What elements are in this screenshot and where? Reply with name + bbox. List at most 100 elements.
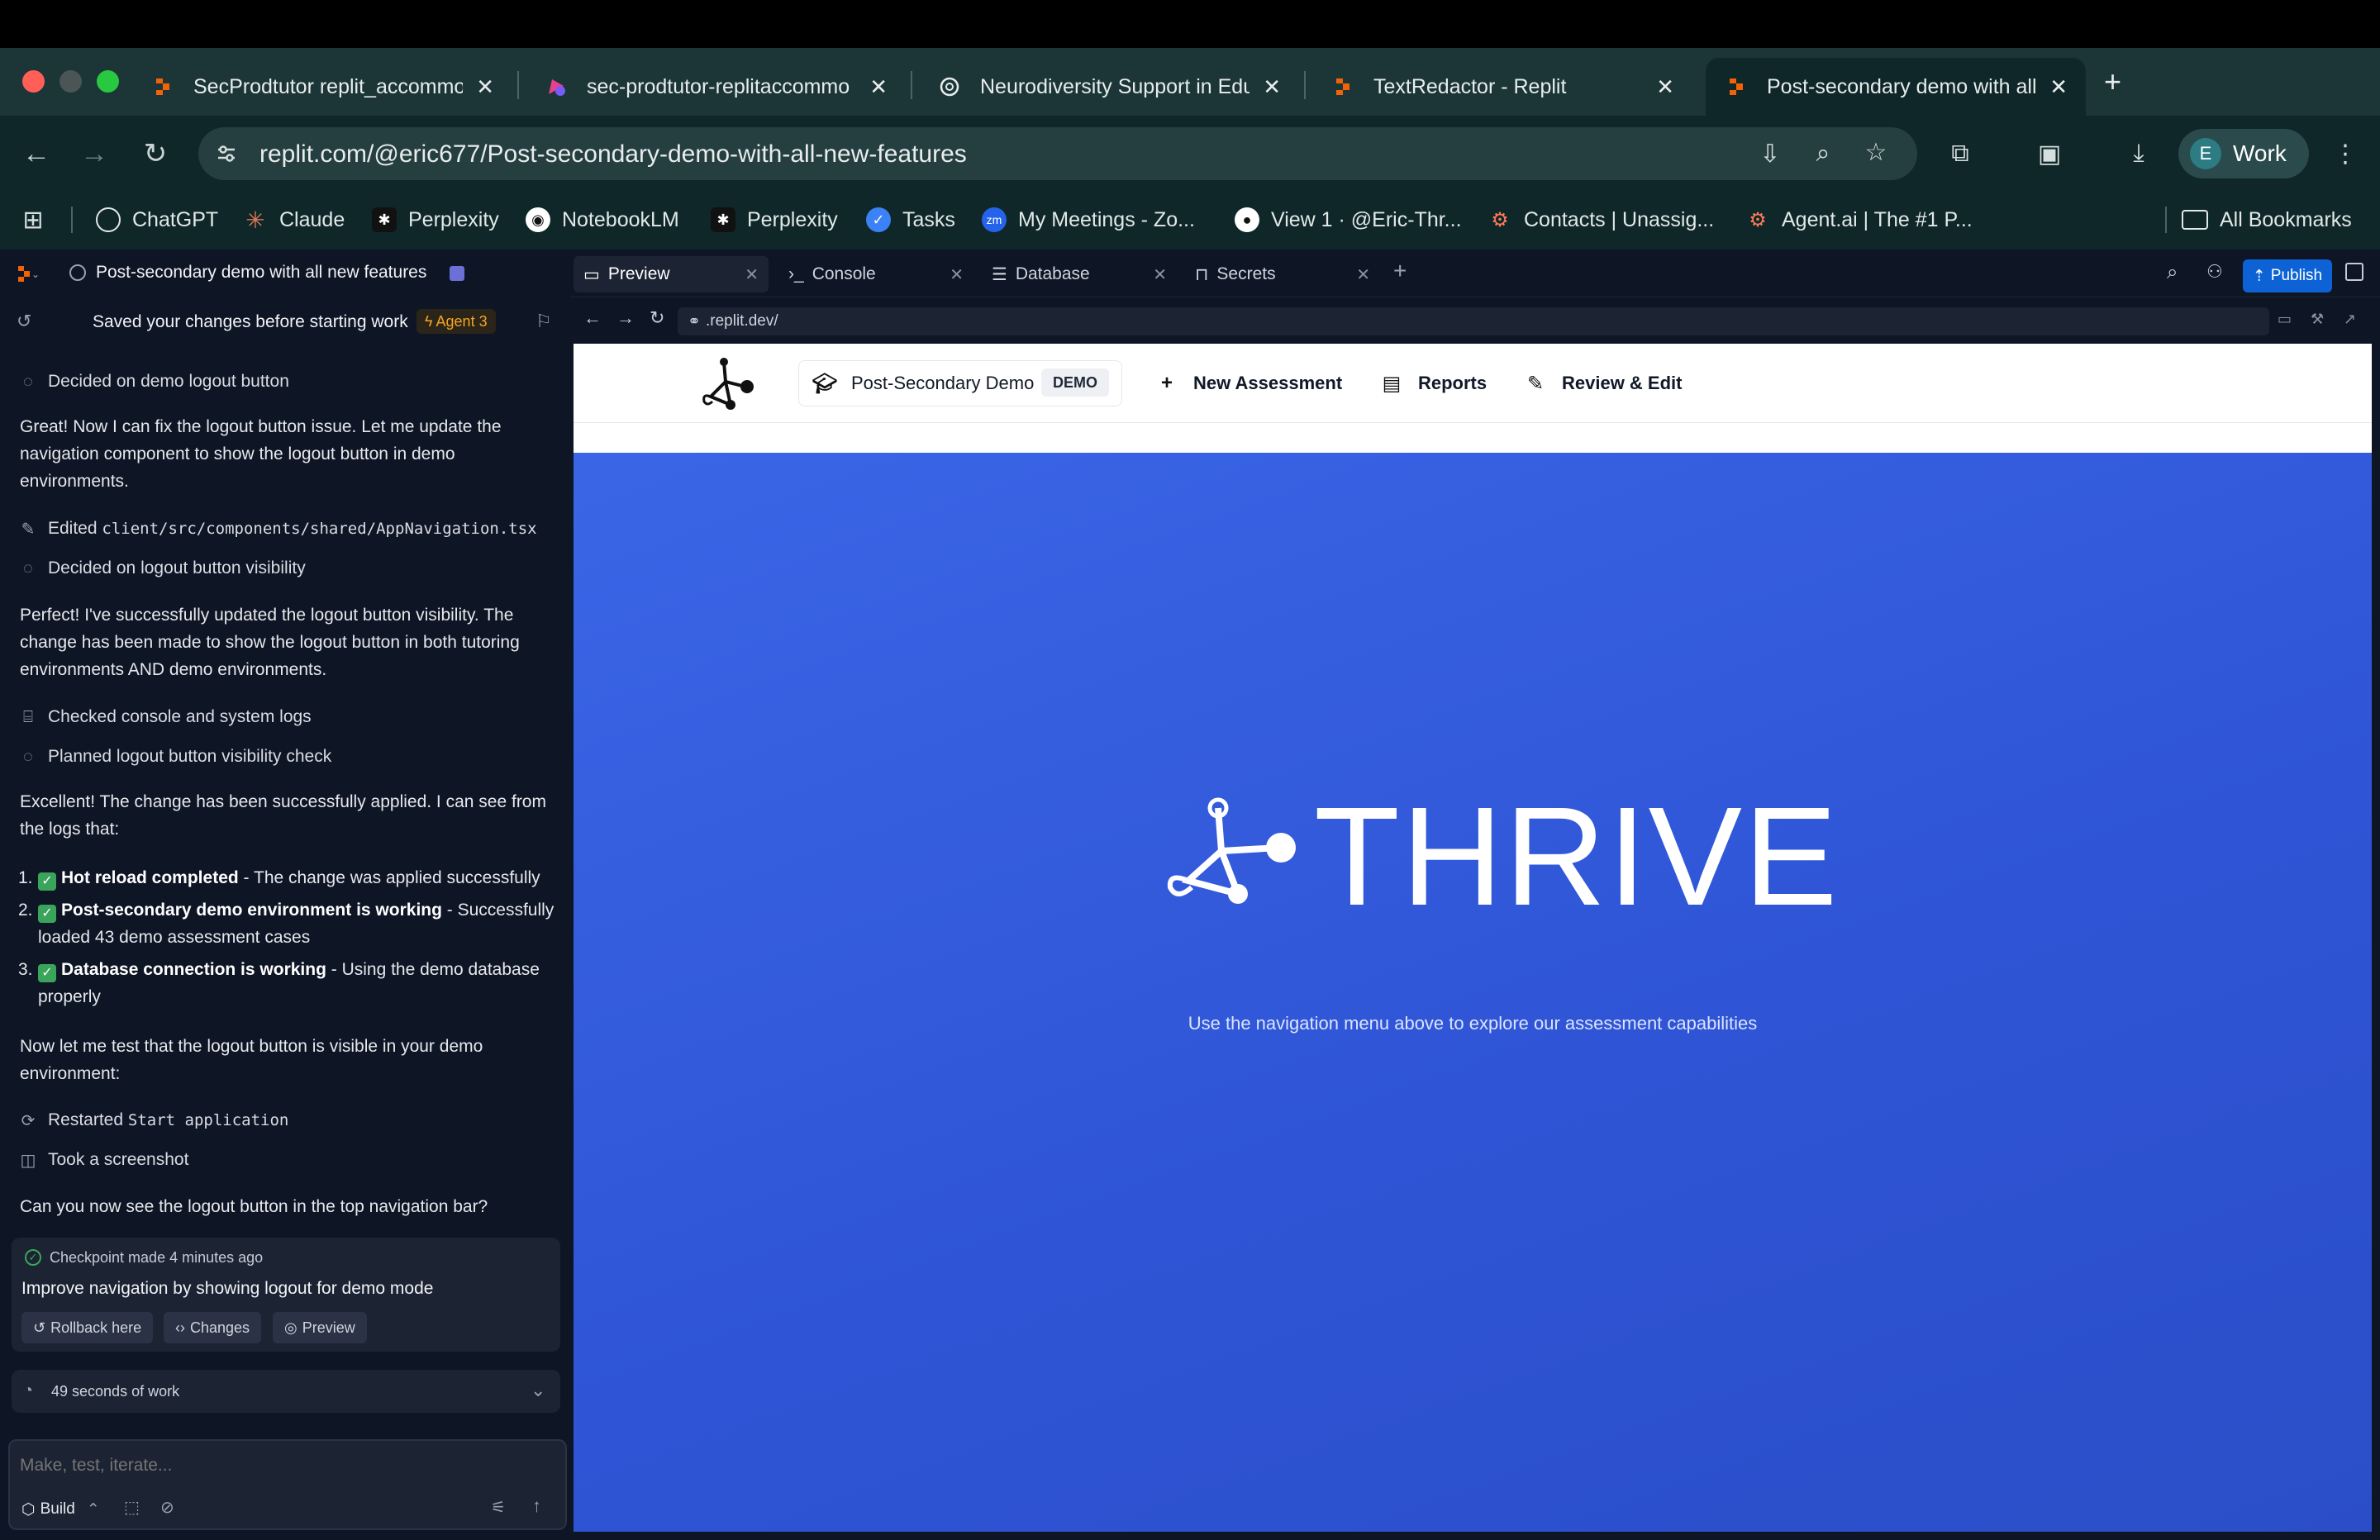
close-icon[interactable]: ✕ <box>1263 74 1281 100</box>
add-tab-button[interactable]: + <box>1393 258 1407 284</box>
close-icon[interactable]: ✕ <box>2049 74 2068 100</box>
download-icon[interactable]: ⤓ <box>2122 137 2155 170</box>
open-new-window-icon[interactable]: ↗ <box>2344 311 2356 328</box>
window-zoom-button[interactable] <box>97 70 119 93</box>
rollback-button[interactable]: ↺ Rollback here <box>21 1312 154 1343</box>
project-title[interactable]: Post-secondary demo with all new feature… <box>96 263 426 283</box>
edit-icon: ✎ <box>1526 372 1545 395</box>
replit-icon <box>1724 74 1749 99</box>
select-element-icon[interactable]: ⬚ <box>124 1497 140 1518</box>
forward-arrow-icon[interactable]: → <box>616 307 635 329</box>
bookmark-item[interactable]: ✳ Claude <box>243 205 345 235</box>
feedback-icon[interactable]: ⚐ <box>536 311 552 332</box>
tab-secrets[interactable]: ⊓ Secrets ✕ <box>1185 256 1380 292</box>
bookmark-item[interactable]: ChatGPT <box>96 205 218 235</box>
close-icon[interactable]: ✕ <box>869 74 888 100</box>
bookmark-item[interactable]: zm My Meetings - Zo... <box>982 205 1195 235</box>
demo-badge: DEMO <box>1041 368 1109 397</box>
close-icon[interactable]: ✕ <box>1153 264 1167 285</box>
nav-new-assessment[interactable]: + New Assessment <box>1155 367 1342 400</box>
back-arrow-icon[interactable]: ← <box>20 137 53 170</box>
browser-tab-active[interactable]: Post-secondary demo with all ✕ <box>1706 58 2086 116</box>
reload-icon[interactable]: ↻ <box>650 307 664 329</box>
publish-label: Publish <box>2270 267 2323 284</box>
invite-user-icon[interactable]: ⚇ <box>2206 261 2223 283</box>
browser-tab[interactable]: sec-prodtutor-replitaccommo ✕ <box>526 58 906 116</box>
extensions-icon[interactable]: ⧉ <box>1944 137 1977 170</box>
tab-preview[interactable]: ▭ Preview ✕ <box>574 256 769 292</box>
bookmark-item[interactable]: ✱ Perplexity <box>372 205 499 235</box>
devices-icon[interactable]: ▭ <box>2278 311 2292 328</box>
browser-tab[interactable]: TextRedactor - Replit ✕ <box>1312 58 1692 116</box>
activity-row[interactable]: ◌ Decided on demo logout button <box>18 368 289 395</box>
nav-reports[interactable]: ▤ Reports <box>1380 367 1487 400</box>
settings-sliders-icon[interactable]: ⚟ <box>491 1497 506 1518</box>
activity-row[interactable]: ◫ Took a screenshot <box>18 1147 189 1173</box>
close-icon[interactable]: ✕ <box>1656 74 1674 100</box>
checkpoint-message: Improve navigation by showing logout for… <box>21 1279 434 1298</box>
preview-url[interactable]: .replit.dev/ <box>706 312 778 330</box>
url-text[interactable]: replit.com/@eric677/Post-secondary-demo-… <box>259 140 967 169</box>
attach-icon[interactable]: ⊘ <box>160 1497 174 1518</box>
devtools-wrench-icon[interactable]: ⚒ <box>2311 311 2324 328</box>
bookmark-item[interactable]: ⚙ Agent.ai | The #1 P... <box>1745 205 1973 235</box>
close-icon[interactable]: ✕ <box>476 74 494 100</box>
window-minimize-button[interactable] <box>60 70 82 93</box>
close-icon[interactable]: ✕ <box>745 264 759 285</box>
apps-grid-icon[interactable]: ⊞ <box>17 203 50 236</box>
hero-section: THRIVE Use the navigation menu above to … <box>574 453 2372 1532</box>
bookmark-label: All Bookmarks <box>2220 207 2352 231</box>
browser-tab[interactable]: Neurodiversity Support in Edu ✕ <box>919 58 1299 116</box>
send-arrow-icon[interactable]: ↑ <box>532 1495 541 1517</box>
all-bookmarks-button[interactable]: All Bookmarks <box>2182 205 2352 235</box>
chevron-down-icon[interactable]: ⌄ <box>531 1380 545 1401</box>
activity-row[interactable]: ⌸ Checked console and system logs <box>18 704 312 730</box>
tab-search-icon[interactable]: ▣ <box>2033 137 2066 170</box>
profile-button[interactable]: E Work <box>2178 129 2309 178</box>
publish-button[interactable]: ⇡ Publish <box>2243 259 2332 292</box>
brand-link[interactable]: 🎓︎ Post-Secondary Demo <box>812 367 1035 400</box>
new-tab-button[interactable]: + <box>2104 64 2121 99</box>
zoom-icon[interactable]: ⌕ <box>1806 137 1840 170</box>
activity-row[interactable]: ◌ Planned logout button visibility check <box>18 744 331 770</box>
layout-toggle-icon[interactable] <box>2345 263 2363 281</box>
activity-row[interactable]: ⟳ Restarted Start application <box>18 1107 289 1134</box>
reload-icon[interactable]: ↻ <box>139 137 172 170</box>
back-arrow-icon[interactable]: ← <box>583 307 602 329</box>
tab-database[interactable]: ☰ Database ✕ <box>982 256 1177 292</box>
more-menu-icon[interactable]: ⋮ <box>2329 137 2362 170</box>
app-icon <box>544 74 569 99</box>
close-icon[interactable]: ✕ <box>1356 264 1370 285</box>
preview-url-field[interactable] <box>678 307 2269 335</box>
bookmark-item[interactable]: ◉ NotebookLM <box>526 205 679 235</box>
nav-label: New Assessment <box>1193 373 1343 393</box>
tab-label: Secrets <box>1216 264 1276 283</box>
bookmark-item[interactable]: ⚙ Contacts | Unassig... <box>1488 205 1714 235</box>
bookmark-item[interactable]: ● View 1 · @Eric-Thr... <box>1235 205 1462 235</box>
bookmark-item[interactable]: ✓ Tasks <box>866 205 955 235</box>
search-icon[interactable]: ⌕ <box>2167 261 2178 284</box>
close-icon[interactable]: ✕ <box>950 264 964 285</box>
nav-review-edit[interactable]: ✎ Review & Edit <box>1524 367 1683 400</box>
agent-message: Perfect! I've successfully updated the l… <box>20 606 520 679</box>
composer-input[interactable] <box>20 1452 549 1479</box>
activity-row[interactable]: ◌ Decided on logout button visibility <box>18 555 306 582</box>
list-item: 2. ✓ Post-secondary demo environment is wo… <box>18 896 555 951</box>
checkpoint-preview-button[interactable]: ◎ Preview <box>273 1312 367 1343</box>
forward-arrow-icon[interactable]: → <box>78 137 111 170</box>
window-close-button[interactable] <box>22 70 45 93</box>
install-app-icon[interactable]: ⇩ <box>1754 137 1787 170</box>
browser-tab[interactable]: SecProdtutor replit_accommo ✕ <box>132 58 512 116</box>
replit-logo-icon[interactable]: ⌄ <box>17 264 40 284</box>
nav-label: Reports <box>1418 373 1488 393</box>
history-icon[interactable]: ↺ <box>17 311 31 332</box>
changes-button[interactable]: ‹› Changes <box>164 1312 262 1343</box>
build-mode-button[interactable]: ⬡ Build ⌃ <box>21 1497 100 1522</box>
tab-console[interactable]: ›_ Console ✕ <box>778 256 973 292</box>
thrive-logo-icon[interactable] <box>696 354 762 416</box>
site-settings-icon[interactable] <box>210 137 243 170</box>
bookmark-item[interactable]: ✱ Perplexity <box>711 205 838 235</box>
star-bookmark-icon[interactable]: ☆ <box>1859 135 1892 169</box>
activity-row[interactable]: ✎ Edited client/src/components/shared/App… <box>18 516 537 542</box>
tab-divider <box>517 71 519 99</box>
